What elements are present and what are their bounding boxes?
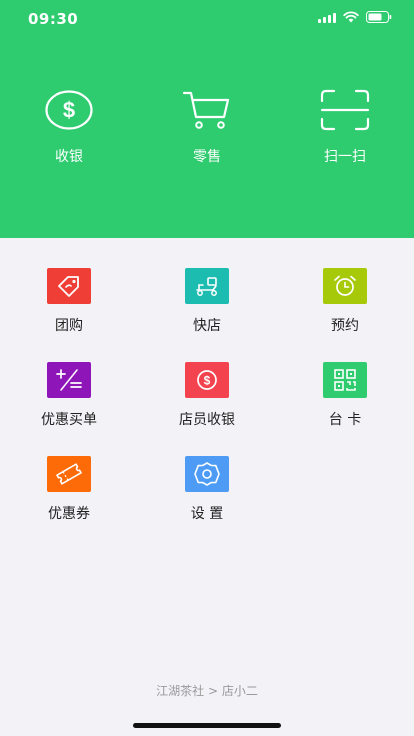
discount-bill-icon <box>47 362 91 398</box>
quick-store-label: 快店 <box>193 318 221 334</box>
coupon-icon <box>47 456 91 492</box>
store-breadcrumb[interactable]: 江湖茶社 > 店小二 <box>0 682 414 699</box>
dollar-circle-icon: $ <box>43 84 95 136</box>
cashier-button[interactable]: $ 收银 <box>0 84 138 166</box>
quick-store-button[interactable]: 快店 <box>138 268 276 340</box>
coupon-button[interactable]: 优惠券 <box>0 456 138 528</box>
scan-button[interactable]: 扫一扫 <box>276 84 414 166</box>
settings-label: 设 置 <box>190 506 224 522</box>
group-buy-label: 团购 <box>55 318 83 334</box>
staff-cashier-button[interactable]: $ 店员收银 <box>138 362 276 434</box>
staff-cashier-label: 店员收银 <box>179 412 235 428</box>
scan-label: 扫一扫 <box>324 149 366 165</box>
status-indicators <box>318 11 392 23</box>
group-buy-button[interactable]: 团购 <box>0 268 138 340</box>
table-card-label: 台 卡 <box>328 412 362 428</box>
feature-grid: 团购 快店 预约 优惠买单 $ 店员收银 台 卡 优惠券 设 置 <box>0 268 414 528</box>
coupon-label: 优惠券 <box>48 506 90 522</box>
reservation-label: 预约 <box>331 318 359 334</box>
retail-button[interactable]: 零售 <box>138 84 276 166</box>
discount-bill-button[interactable]: 优惠买单 <box>0 362 138 434</box>
alarm-clock-icon <box>323 268 367 304</box>
cashier-label: 收银 <box>55 149 83 165</box>
header-banner: 09:30 $ 收银 零售 扫一扫 <box>0 0 414 238</box>
svg-text:$: $ <box>204 374 211 388</box>
battery-icon <box>366 11 392 23</box>
svg-text:$: $ <box>63 98 75 123</box>
status-time: 09:30 <box>28 10 79 28</box>
qr-code-icon <box>323 362 367 398</box>
dollar-circle-icon: $ <box>185 362 229 398</box>
home-indicator <box>133 723 281 728</box>
table-card-button[interactable]: 台 卡 <box>276 362 414 434</box>
wifi-icon <box>343 11 359 23</box>
settings-button[interactable]: 设 置 <box>138 456 276 528</box>
shopping-cart-icon <box>181 84 233 136</box>
retail-label: 零售 <box>193 149 221 165</box>
settings-gear-icon <box>185 456 229 492</box>
delivery-scooter-icon <box>185 268 229 304</box>
scan-icon <box>319 84 371 136</box>
reservation-button[interactable]: 预约 <box>276 268 414 340</box>
top-actions: $ 收银 零售 扫一扫 <box>0 84 414 166</box>
price-tag-icon <box>47 268 91 304</box>
status-bar: 09:30 <box>0 0 414 40</box>
cellular-signal-icon <box>318 11 336 23</box>
discount-bill-label: 优惠买单 <box>41 412 97 428</box>
